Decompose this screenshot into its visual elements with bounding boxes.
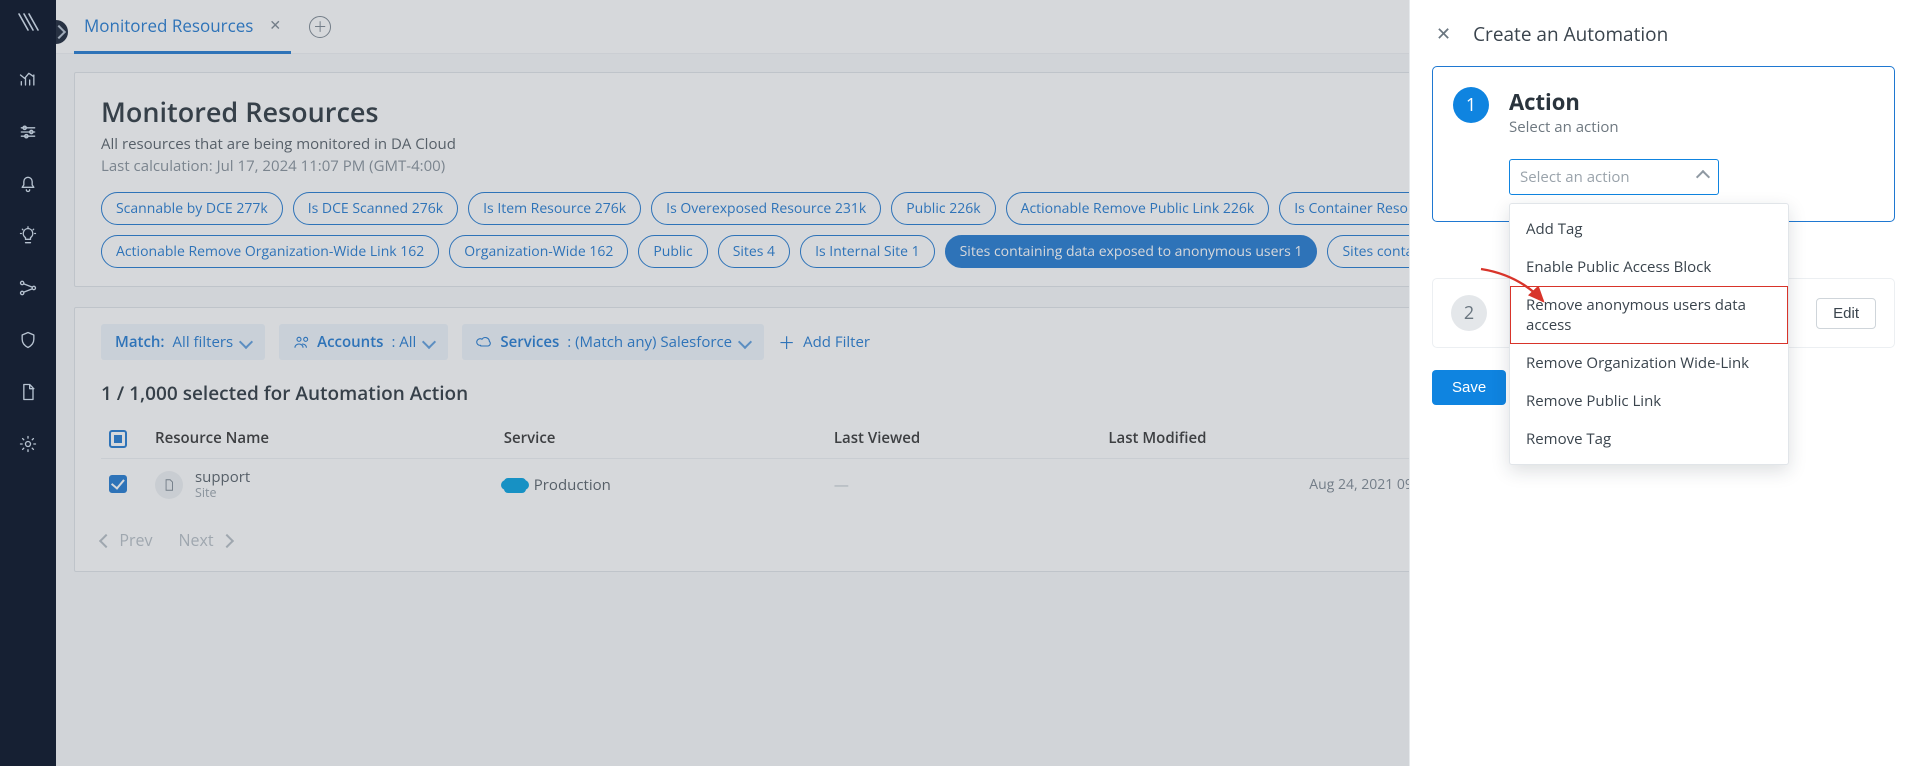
main-region: Monitored Resources ✕ ＋ Monitored Resour…: [56, 0, 1917, 766]
nav-analytics-icon[interactable]: [16, 68, 40, 92]
dropdown-option[interactable]: Remove Tag: [1510, 420, 1788, 458]
drawer-title: Create an Automation: [1473, 21, 1668, 47]
edit-button[interactable]: Edit: [1816, 298, 1876, 329]
save-button[interactable]: Save: [1432, 370, 1506, 405]
nav-security-icon[interactable]: [16, 328, 40, 352]
action-select[interactable]: Select an action: [1509, 159, 1719, 195]
nav-alerts-icon[interactable]: [16, 172, 40, 196]
dropdown-option[interactable]: Add Tag: [1510, 210, 1788, 248]
step2-number: 2: [1451, 295, 1487, 331]
dropdown-option[interactable]: Remove Public Link: [1510, 382, 1788, 420]
nav-tuning-icon[interactable]: [16, 120, 40, 144]
step1-subtitle: Select an action: [1509, 117, 1619, 137]
nav-insights-icon[interactable]: [16, 224, 40, 248]
close-drawer-button[interactable]: ✕: [1432, 20, 1455, 48]
chevron-up-icon: [1696, 170, 1710, 184]
nav-settings-icon[interactable]: [16, 432, 40, 456]
nav-graph-icon[interactable]: [16, 276, 40, 300]
step1-number: 1: [1453, 87, 1489, 123]
select-placeholder: Select an action: [1520, 167, 1630, 187]
dropdown-option[interactable]: Remove anonymous users data access: [1510, 286, 1788, 344]
dropdown-option[interactable]: Enable Public Access Block: [1510, 248, 1788, 286]
action-dropdown: Add TagEnable Public Access BlockRemove …: [1509, 203, 1789, 465]
brand-logo: [14, 8, 42, 36]
step1-title: Action: [1509, 87, 1619, 117]
app-sidebar: [0, 0, 56, 766]
nav-reports-icon[interactable]: [16, 380, 40, 404]
automation-drawer: ✕ Create an Automation 1 Action Select a…: [1409, 0, 1917, 766]
step1-card: 1 Action Select an action Select an acti…: [1432, 66, 1895, 222]
dropdown-option[interactable]: Remove Organization Wide-Link: [1510, 344, 1788, 382]
